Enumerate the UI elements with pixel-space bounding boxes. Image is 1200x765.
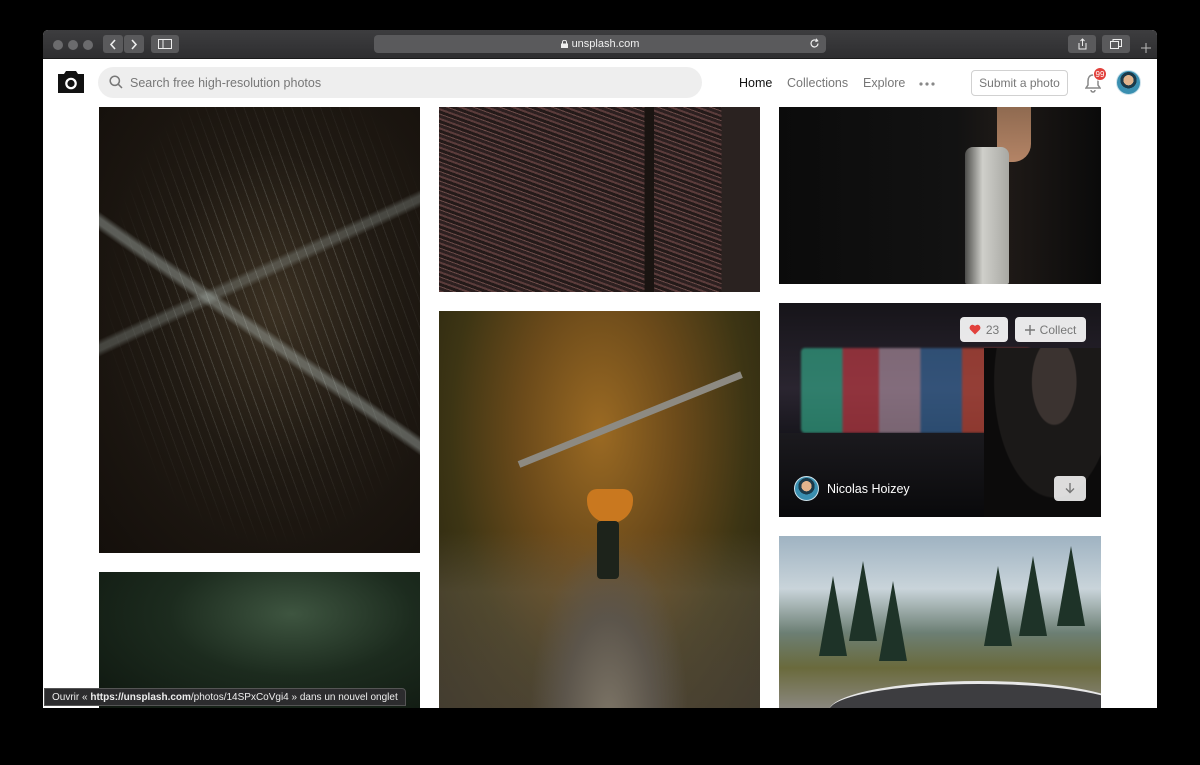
close-window-button[interactable] [53, 40, 63, 50]
plus-icon [1024, 324, 1035, 335]
search-input[interactable] [130, 67, 690, 98]
status-suffix: » dans un nouvel onglet [291, 691, 398, 703]
photo-pine-branches[interactable] [99, 107, 420, 553]
zoom-window-button[interactable] [83, 40, 93, 50]
browser-window: unsplash.com Home Collections E [43, 30, 1157, 708]
back-button[interactable] [103, 35, 123, 53]
share-icon [1078, 38, 1086, 50]
search-bar[interactable] [98, 67, 702, 98]
reload-icon[interactable] [808, 37, 821, 50]
more-icon[interactable] [919, 82, 935, 86]
minimize-window-button[interactable] [68, 40, 78, 50]
photo-author[interactable]: Nicolas Hoizey [794, 476, 910, 501]
status-url-host: https://unsplash.com [90, 691, 191, 703]
status-prefix: Ouvrir « [52, 691, 88, 703]
plus-icon [1141, 43, 1151, 53]
page-content: Home Collections Explore Submit a photo … [43, 59, 1157, 708]
photo-forest-floor[interactable] [439, 107, 760, 292]
download-button[interactable] [1054, 476, 1086, 501]
tabs-overview-button[interactable] [1102, 35, 1130, 53]
camera-logo-icon[interactable] [58, 71, 84, 93]
photo-snowy-road[interactable] [779, 536, 1101, 708]
sidebar-icon [158, 39, 172, 49]
link-status-bar: Ouvrir « https://unsplash.com/photos/14S… [44, 688, 406, 706]
author-name[interactable]: Nicolas Hoizey [827, 482, 910, 496]
notification-count-badge: 99 [1093, 67, 1107, 81]
like-button[interactable]: 23 [960, 317, 1008, 342]
download-arrow-icon [1065, 483, 1075, 494]
nav-link-explore[interactable]: Explore [863, 76, 905, 90]
collect-button[interactable]: Collect [1015, 317, 1086, 342]
share-button[interactable] [1068, 35, 1096, 53]
browser-titlebar: unsplash.com [43, 30, 1157, 59]
photo-person-dress[interactable] [779, 107, 1101, 284]
nav-link-collections[interactable]: Collections [787, 76, 848, 90]
address-bar[interactable]: unsplash.com [374, 35, 826, 53]
forward-button[interactable] [124, 35, 144, 53]
heart-icon [969, 324, 981, 335]
sidebar-toggle-button[interactable] [151, 35, 179, 53]
like-count: 23 [985, 322, 1000, 337]
user-avatar[interactable] [1116, 70, 1141, 95]
chevron-left-icon [109, 38, 116, 50]
status-url-path: /photos/14SPxCoVgi4 [190, 691, 289, 703]
lock-icon [560, 40, 568, 48]
author-avatar[interactable] [794, 476, 819, 501]
nav-link-home[interactable]: Home [739, 76, 772, 90]
new-tab-button[interactable] [1137, 38, 1155, 58]
photo-hiker-canoe[interactable] [439, 311, 760, 708]
chevron-right-icon [131, 38, 138, 50]
tabs-icon [1110, 39, 1122, 49]
collect-label: Collect [1039, 322, 1077, 337]
top-navigation: Home Collections Explore Submit a photo … [43, 59, 1157, 107]
address-bar-url: unsplash.com [571, 38, 640, 50]
submit-photo-button[interactable]: Submit a photo [971, 70, 1068, 96]
search-icon [109, 75, 123, 89]
